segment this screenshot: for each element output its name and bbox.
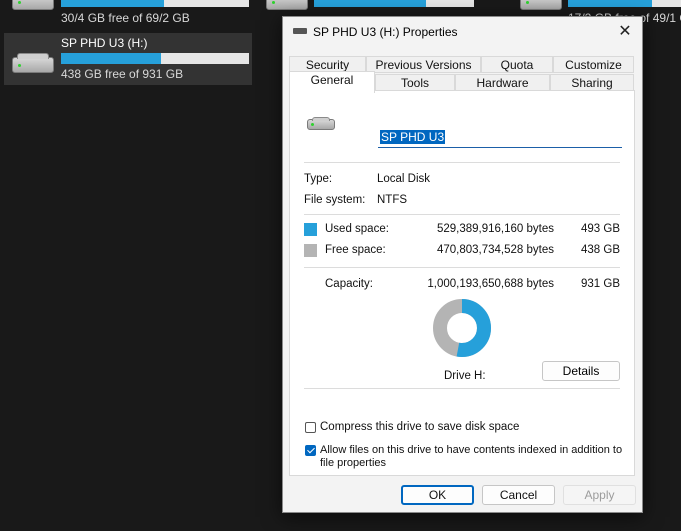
ok-button[interactable]: OK — [401, 485, 474, 505]
tab-previous-versions[interactable]: Previous Versions — [366, 56, 481, 73]
drive-icon — [520, 0, 562, 10]
drive-usage-bar — [568, 0, 681, 7]
drive-letter-label: Drive H: — [444, 370, 486, 382]
drive-icon — [266, 0, 308, 10]
drive-name-input[interactable]: SP PHD U3 — [378, 129, 622, 148]
divider — [304, 162, 620, 163]
free-space-gb: 438 GB — [581, 244, 620, 256]
drive-free-text: 30/4 GB free of 69/2 GB — [61, 11, 190, 25]
used-space-swatch — [304, 223, 317, 236]
drive-usage-bar — [61, 0, 249, 7]
apply-button[interactable]: Apply — [563, 485, 636, 505]
divider — [304, 214, 620, 215]
index-label-line2[interactable]: file properties — [320, 457, 386, 469]
dialog-title: SP PHD U3 (H:) Properties — [313, 25, 458, 39]
used-space-gb: 493 GB — [581, 223, 620, 235]
divider — [304, 267, 620, 268]
properties-dialog: SP PHD U3 (H:) Properties ✕ Security Pre… — [282, 16, 643, 513]
tab-general[interactable]: General — [289, 71, 375, 93]
drive-icon — [12, 53, 54, 73]
index-checkbox[interactable] — [305, 445, 316, 456]
free-space-swatch — [304, 244, 317, 257]
type-label: Type: — [304, 173, 333, 185]
free-space-label: Free space: — [325, 244, 386, 256]
used-space-label: Used space: — [325, 223, 389, 235]
tab-quota[interactable]: Quota — [481, 56, 553, 73]
tab-customize[interactable]: Customize — [553, 56, 634, 73]
file-system-value: NTFS — [377, 194, 408, 206]
tab-sharing[interactable]: Sharing — [550, 74, 634, 91]
drive-icon — [307, 117, 335, 130]
compress-checkbox[interactable] — [305, 422, 316, 433]
drive-name: SP PHD U3 (H:) — [61, 36, 148, 50]
capacity-label: Capacity: — [325, 278, 373, 290]
file-system-label: File system: — [304, 194, 366, 206]
drive-free-text: 438 GB free of 931 GB — [61, 67, 184, 81]
compress-label[interactable]: Compress this drive to save disk space — [320, 421, 519, 433]
capacity-bytes: 1,000,193,650,688 bytes — [427, 278, 554, 290]
drive-usage-bar — [61, 53, 249, 64]
used-space-bytes: 529,389,916,160 bytes — [436, 223, 554, 235]
drive-icon — [293, 28, 307, 34]
type-value: Local Disk — [377, 173, 431, 185]
drive-name-text: SP PHD U3 — [380, 130, 446, 144]
drive-icon — [12, 0, 54, 10]
details-button[interactable]: Details — [542, 361, 620, 381]
index-label-line1[interactable]: Allow files on this drive to have conten… — [320, 444, 622, 456]
cancel-button[interactable]: Cancel — [482, 485, 555, 505]
capacity-gb: 931 GB — [581, 278, 620, 290]
divider — [304, 388, 620, 389]
close-icon: ✕ — [618, 23, 632, 40]
disk-usage-donut — [433, 299, 491, 357]
tab-tools[interactable]: Tools — [375, 74, 455, 91]
title-bar[interactable]: SP PHD U3 (H:) Properties ✕ — [283, 17, 642, 47]
general-tab-panel: SP PHD U3 Type: Local Disk File system: … — [289, 90, 635, 476]
free-space-bytes: 470,803,734,528 bytes — [436, 244, 554, 256]
tab-hardware[interactable]: Hardware — [455, 74, 550, 91]
close-button[interactable]: ✕ — [614, 21, 636, 43]
drive-usage-bar — [314, 0, 474, 7]
